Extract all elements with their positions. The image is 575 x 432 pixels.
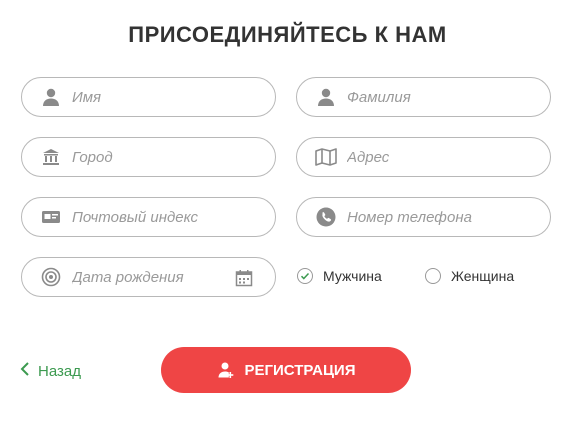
card-icon bbox=[40, 206, 62, 228]
address-input[interactable] bbox=[347, 148, 497, 166]
birth-date-input[interactable] bbox=[72, 268, 222, 286]
gender-female-radio[interactable]: Женщина bbox=[425, 268, 514, 284]
gender-female-label: Женщина bbox=[451, 268, 515, 284]
calendar-icon[interactable] bbox=[235, 269, 253, 287]
bank-icon bbox=[40, 146, 62, 168]
target-icon bbox=[40, 266, 62, 288]
back-link[interactable]: Назад bbox=[20, 362, 81, 380]
first-name-field[interactable] bbox=[21, 77, 276, 117]
chevron-left-icon bbox=[20, 362, 30, 380]
map-icon bbox=[315, 146, 337, 168]
user-icon bbox=[315, 86, 337, 108]
gender-male-radio[interactable]: Мужчина bbox=[297, 268, 382, 284]
zip-input[interactable] bbox=[72, 208, 222, 226]
back-label: Назад bbox=[38, 362, 81, 380]
first-name-input[interactable] bbox=[72, 88, 222, 106]
form-title: ПРИСОЕДИНЯЙТЕСЬ К НАМ bbox=[128, 22, 447, 47]
last-name-field[interactable] bbox=[296, 77, 551, 117]
city-input[interactable] bbox=[72, 148, 222, 166]
register-button[interactable]: РЕГИСТРАЦИЯ bbox=[161, 347, 411, 393]
city-field[interactable] bbox=[21, 137, 276, 177]
male-check-icon bbox=[297, 268, 313, 284]
user-icon bbox=[40, 86, 62, 108]
address-field[interactable] bbox=[296, 137, 551, 177]
female-radio-circle bbox=[425, 268, 441, 284]
add-user-icon bbox=[217, 361, 235, 379]
phone-field[interactable] bbox=[296, 197, 551, 237]
phone-icon bbox=[315, 206, 337, 228]
register-label: РЕГИСТРАЦИЯ bbox=[244, 361, 356, 379]
birth-date-field[interactable] bbox=[21, 257, 276, 297]
registration-form: ПРИСОЕДИНЯЙТЕСЬ К НАМ Имя Фамилия Город … bbox=[0, 0, 575, 432]
phone-input[interactable] bbox=[347, 208, 497, 226]
gender-male-label: Мужчина bbox=[323, 268, 382, 284]
zip-field[interactable] bbox=[21, 197, 276, 237]
last-name-input[interactable] bbox=[347, 88, 497, 106]
